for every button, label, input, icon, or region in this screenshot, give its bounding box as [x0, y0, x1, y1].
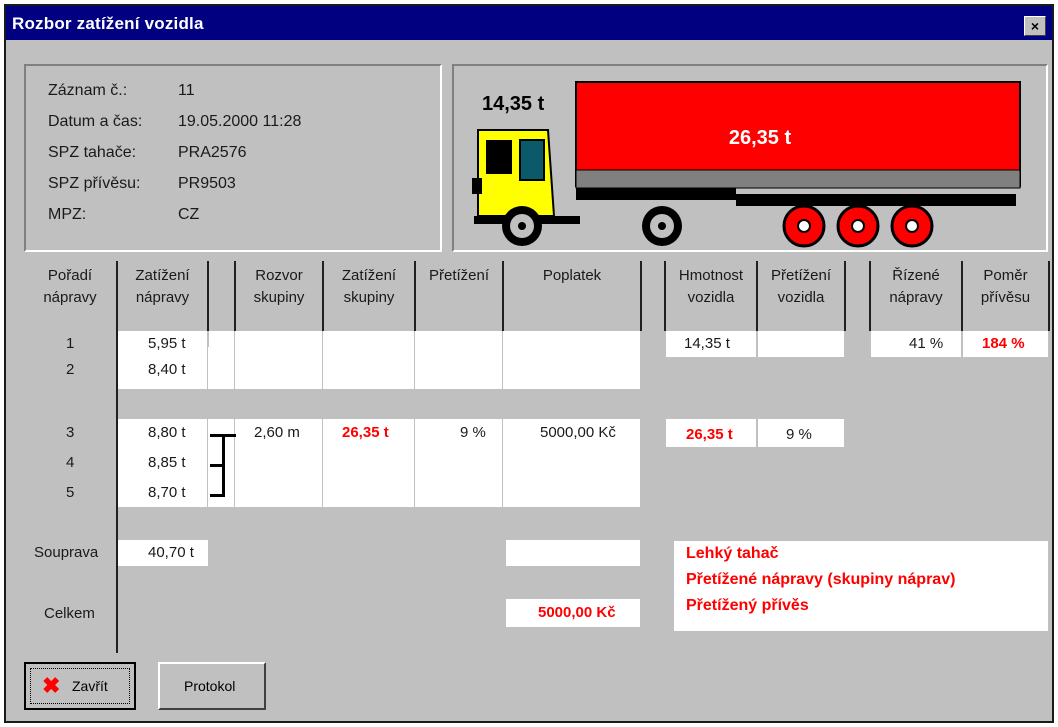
protocol-button[interactable]: Protokol [158, 662, 266, 710]
record-no-label: Záznam č.: [48, 82, 128, 99]
spz-tractor-value: PRA2576 [178, 144, 247, 161]
header-overload: Přetížení [428, 267, 490, 284]
axle-load: 5,95 t [148, 335, 186, 352]
red-x-icon: ✖ [42, 673, 61, 698]
dialog-window: Rozbor zatížení vozidla × Záznam č.: 11 … [4, 4, 1054, 723]
header-axle-order: Pořadí nápravy [43, 267, 97, 306]
axle-load: 8,85 t [148, 454, 186, 471]
combo-load-value: 40,70 t [148, 544, 194, 561]
overload-value: 9 % [460, 424, 486, 441]
record-no-value: 11 [178, 82, 195, 99]
total-label: Celkem [44, 605, 95, 622]
spz-tractor-label: SPZ tahače: [48, 144, 137, 161]
header-wheelbase: Rozvor skupiny [253, 267, 305, 306]
header-trailer-ratio: Poměr přívěsu [980, 267, 1031, 306]
close-button[interactable]: ✖ Zavřít [24, 662, 136, 710]
header-group-load: Zatížení skupiny [341, 267, 397, 306]
axle-number: 5 [66, 484, 75, 501]
spz-trailer-label: SPZ přívěsu: [48, 175, 141, 192]
steered-value: 41 % [909, 335, 944, 352]
header-steered-axles: Řízené nápravy [889, 267, 943, 306]
truck-panel: 14,35 t 26,35 t [452, 64, 1048, 252]
group-load-value: 26,35 t [342, 424, 389, 441]
axle-number: 3 [66, 424, 75, 441]
tractor-weight-text: 14,35 t [482, 93, 545, 115]
datetime-label: Datum a čas: [48, 113, 143, 130]
wheelbase-value: 2,60 m [254, 424, 300, 441]
axle-load: 8,70 t [148, 484, 186, 501]
combo-fee-field [506, 540, 640, 566]
fee-value: 5000,00 Kč [540, 424, 616, 441]
header-fee: Poplatek [542, 267, 602, 284]
mpz-label: MPZ: [48, 206, 87, 223]
axle-load: 8,80 t [148, 424, 186, 441]
header-vehicle-overload: Přetížení vozidla [770, 267, 832, 306]
window-title: Rozbor zatížení vozidla [12, 14, 204, 33]
combo-label: Souprava [34, 544, 99, 561]
record-info-panel: Záznam č.: 11 Datum a čas: 19.05.2000 11… [24, 64, 442, 252]
warning-line: Přetížený přívěs [686, 597, 809, 614]
vehicle-overload-value: 9 % [786, 426, 812, 443]
axle-number: 2 [66, 361, 75, 378]
title-bar: Rozbor zatížení vozidla × [6, 6, 1052, 40]
axle-load: 8,40 t [148, 361, 186, 378]
spz-trailer-value: PR9503 [178, 175, 236, 192]
close-button-label: Zavřít [72, 678, 108, 694]
total-fee-value: 5000,00 Kč [538, 604, 616, 621]
window-close-button[interactable]: × [1024, 16, 1046, 36]
warning-line: Přetížené nápravy (skupiny náprav) [686, 571, 956, 588]
vehicle-overload-field [758, 331, 844, 357]
tractor-rows-box [118, 331, 640, 389]
truck-illustration: 14,35 t 26,35 t [472, 81, 1021, 248]
axle-number: 1 [66, 335, 75, 352]
header-vehicle-weight: Hmotnost vozidla [678, 267, 744, 306]
axle-number: 4 [66, 454, 75, 471]
trailer-ratio-value: 184 % [982, 335, 1025, 352]
vehicle-weight-value: 26,35 t [686, 426, 733, 443]
trailer-weight-text: 26,35 t [729, 127, 792, 149]
header-axle-load: Zatížení nápravy [135, 267, 190, 306]
mpz-value: CZ [178, 206, 200, 223]
load-table: Pořadí nápravy Zatížení nápravy Rozvor skup… [24, 261, 1050, 653]
warning-line: Lehký tahač [686, 545, 779, 562]
tractor-weight-value: 14,35 t [684, 335, 730, 352]
protocol-button-label: Protokol [184, 678, 236, 694]
datetime-value: 19.05.2000 11:28 [178, 113, 302, 130]
